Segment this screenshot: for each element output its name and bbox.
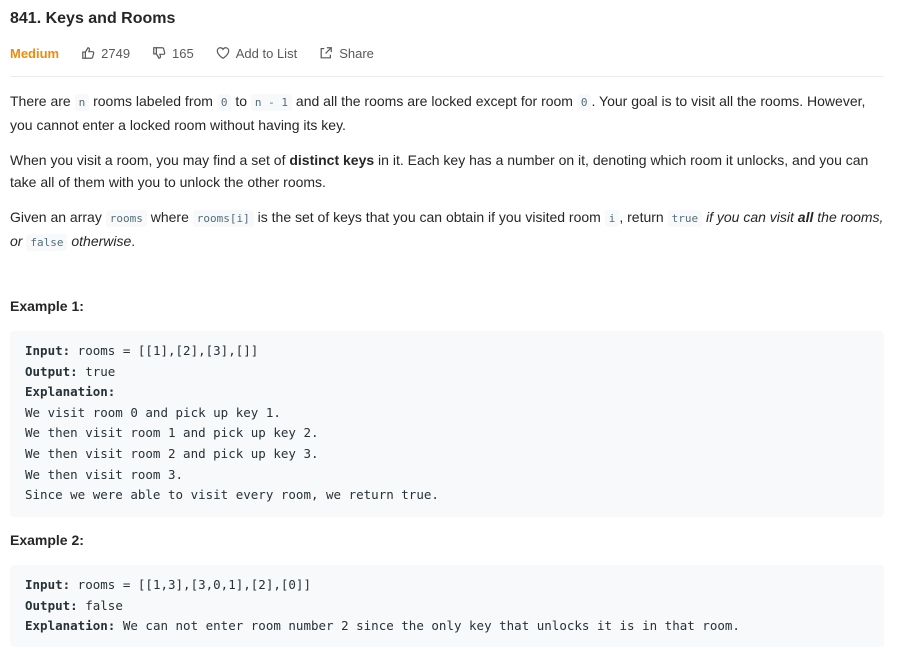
inline-code: false <box>26 234 68 251</box>
text: . <box>131 233 136 249</box>
explanation-value: We can not enter room number 2 since the… <box>115 618 740 634</box>
like-button[interactable]: 2749 <box>81 46 130 61</box>
add-to-list-button[interactable]: Add to List <box>216 46 297 61</box>
problem-page: 841. Keys and Rooms Medium 2749 165 Add … <box>0 0 898 665</box>
example-2-input-line: Input: rooms = [[1,3],[3,0,1],[2],[0]] <box>25 575 869 596</box>
add-to-list-label: Add to List <box>235 45 298 61</box>
inline-code: true <box>667 210 703 227</box>
example-1-output-line: Output: true <box>25 362 869 383</box>
share-button[interactable]: Share <box>319 46 374 61</box>
input-label: Input: <box>25 343 71 358</box>
example-1-title: Example 1: <box>10 298 84 314</box>
explanation-line: Since we were able to visit every room, … <box>25 487 439 503</box>
text: is the set of keys that you can obtain i… <box>253 209 605 225</box>
problem-title: 841. Keys and Rooms <box>10 10 176 27</box>
share-label: Share <box>339 45 374 61</box>
example-2-code-block: Input: rooms = [[1,3],[3,0,1],[2],[0]] O… <box>10 565 884 647</box>
explanation-line: We then visit room 1 and pick up key 2. <box>25 425 319 441</box>
thumbs-up-icon <box>82 47 95 59</box>
inline-code: n - 1 <box>250 94 293 111</box>
input-label: Input: <box>25 577 71 592</box>
text: to <box>231 93 251 109</box>
italic-text: otherwise <box>67 233 132 249</box>
output-label: Output: <box>25 597 78 613</box>
example-1-explanation-label: Explanation: <box>25 382 869 403</box>
input-value: rooms = [[1],[2],[3],[]] <box>70 343 259 358</box>
likes-count: 2749 <box>101 45 131 61</box>
description-paragraph-2: When you visit a room, you may find a se… <box>10 149 886 193</box>
text: rooms labeled from <box>89 93 217 109</box>
text: There are <box>10 93 75 109</box>
explanation-line: We then visit room 2 and pick up key 3. <box>25 445 319 461</box>
header-divider <box>10 76 884 77</box>
explanation-label: Explanation: <box>25 618 116 634</box>
inline-code: n <box>74 94 90 111</box>
output-value: false <box>77 597 123 613</box>
bold-text: distinct keys <box>289 152 375 168</box>
example-1-code-block: Input: rooms = [[1],[2],[3],[]] Output: … <box>10 331 884 517</box>
explanation-label: Explanation: <box>25 384 116 400</box>
description-paragraph-3: Given an array rooms where rooms[i] is t… <box>10 206 886 254</box>
example-1-input-line: Input: rooms = [[1],[2],[3],[]] <box>25 341 869 362</box>
output-value: true <box>77 363 116 379</box>
dislike-button[interactable]: 165 <box>152 46 194 61</box>
example-2-explanation-line: Explanation: We can not enter room numbe… <box>25 616 869 637</box>
explanation-line: We visit room 0 and pick up key 1. <box>25 404 281 420</box>
bold-italic-text: all <box>797 209 814 225</box>
example-2-output-line: Output: false <box>25 596 869 617</box>
text: , return <box>619 209 668 225</box>
input-value: rooms = [[1,3],[3,0,1],[2],[0]] <box>70 577 311 592</box>
problem-description: There are n rooms labeled from 0 to n - … <box>10 90 886 267</box>
thumbs-down-icon <box>153 47 166 59</box>
text: When you visit a room, you may find a se… <box>10 152 290 168</box>
inline-code: i <box>604 210 620 227</box>
difficulty-badge: Medium <box>10 45 60 61</box>
dislikes-count: 165 <box>172 45 194 61</box>
explanation-line: We then visit room 3. <box>25 466 184 482</box>
text: and all the rooms are locked except for … <box>292 93 577 109</box>
problem-meta-bar: Medium 2749 165 Add to List Share <box>10 44 396 62</box>
share-icon <box>320 47 333 59</box>
text: Given an array <box>10 209 106 225</box>
example-2-title: Example 2: <box>10 532 84 548</box>
inline-code: 0 <box>216 94 232 111</box>
inline-code: rooms <box>105 210 147 227</box>
inline-code: rooms[i] <box>192 210 254 227</box>
output-label: Output: <box>25 363 78 379</box>
inline-code: 0 <box>576 94 592 111</box>
italic-text: if you can visit <box>702 209 798 225</box>
description-paragraph-1: There are n rooms labeled from 0 to n - … <box>10 90 886 136</box>
text: where <box>146 209 193 225</box>
heart-icon <box>216 47 230 59</box>
